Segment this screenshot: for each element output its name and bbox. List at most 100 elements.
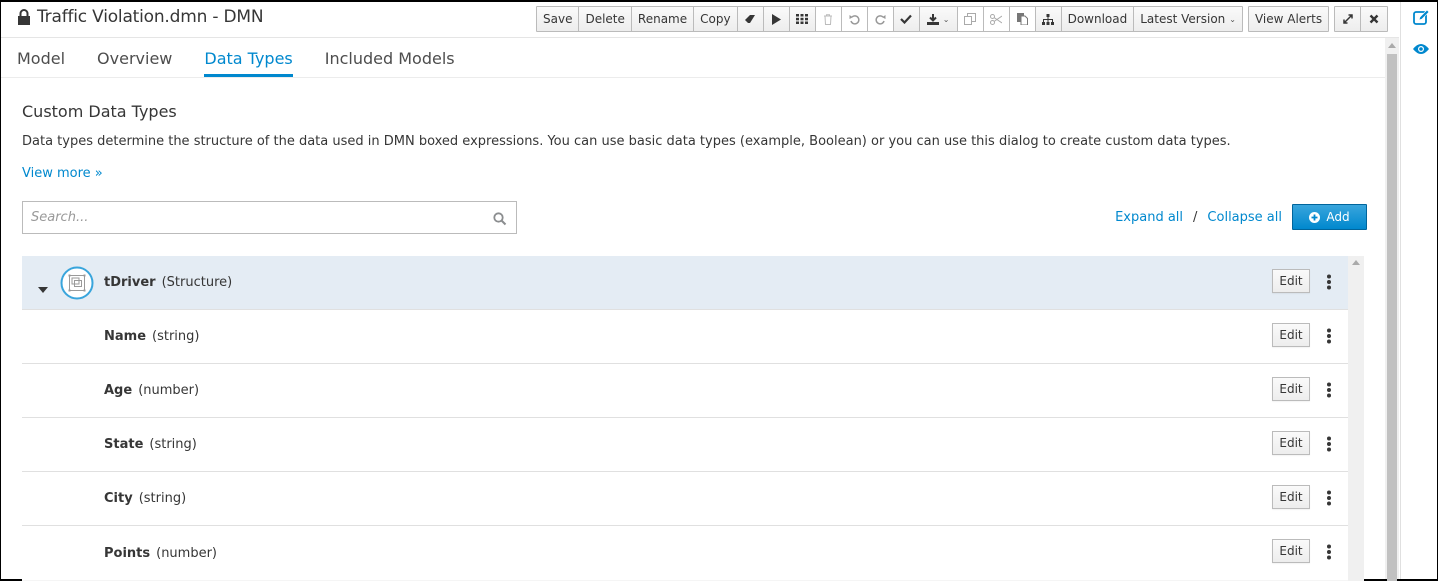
- data-type-name: tDriver: [104, 275, 156, 290]
- toolbar-main-group: Save Delete Rename Copy ⌄ Download Lates…: [536, 6, 1243, 32]
- editor-tabs: Model Overview Data Types Included Model…: [1, 38, 1385, 78]
- data-types-list-container: tDriver (Structure) Edit Name (string) Edi…: [22, 256, 1364, 581]
- data-types-list: tDriver (Structure) Edit Name (string) Edi…: [22, 256, 1348, 580]
- file-title: Traffic Violation.dmn - DMN: [37, 7, 264, 27]
- edit-button[interactable]: Edit: [1272, 377, 1310, 401]
- grid-icon: [796, 14, 809, 24]
- page-description: Data types determine the structure of th…: [22, 134, 1231, 149]
- rename-button[interactable]: Rename: [631, 7, 695, 31]
- delete-button[interactable]: Delete: [579, 7, 632, 31]
- scroll-up-arrow-icon[interactable]: [1388, 43, 1396, 48]
- data-type-row[interactable]: Points (number) Edit: [22, 526, 1348, 580]
- run-button[interactable]: [763, 7, 790, 31]
- download-icon: [926, 13, 939, 25]
- separator: /: [1193, 209, 1198, 225]
- data-type-label: City (string): [104, 491, 186, 506]
- data-type-row[interactable]: Age (number) Edit: [22, 364, 1348, 418]
- latest-version-label: Latest Version: [1140, 12, 1226, 26]
- chevron-down-icon: ⌄: [1229, 14, 1236, 24]
- copy-button[interactable]: Copy: [694, 7, 738, 31]
- delete-node-button[interactable]: [815, 7, 842, 31]
- data-type-label: State (string): [104, 437, 197, 452]
- edit-button[interactable]: Edit: [1272, 485, 1310, 509]
- data-type-kind: (Structure): [161, 275, 233, 290]
- data-type-kind: (number): [156, 545, 218, 561]
- paste-button[interactable]: [1009, 7, 1036, 31]
- data-type-kind: (number): [138, 383, 200, 398]
- data-type-label: tDriver (Structure): [104, 275, 232, 290]
- list-scrollbar[interactable]: [1348, 256, 1364, 581]
- kebab-menu-icon[interactable]: [1324, 274, 1334, 290]
- kebab-menu-icon[interactable]: [1324, 436, 1334, 452]
- page-scrollbar[interactable]: [1385, 38, 1399, 581]
- collapse-all-link[interactable]: Collapse all: [1207, 210, 1282, 225]
- close-button[interactable]: [1361, 7, 1388, 31]
- edit-icon[interactable]: [1413, 9, 1430, 26]
- paste-icon: [1016, 13, 1028, 25]
- undo-icon: [849, 14, 860, 25]
- structure-icon: [60, 266, 94, 300]
- kebab-menu-icon[interactable]: [1324, 544, 1334, 560]
- edit-button[interactable]: Edit: [1272, 431, 1310, 455]
- alerts-group: View Alerts: [1247, 6, 1330, 32]
- eye-icon[interactable]: [1413, 40, 1429, 56]
- data-type-name: State: [104, 437, 144, 452]
- save-button[interactable]: Save: [537, 7, 580, 31]
- grid-button[interactable]: [789, 7, 816, 31]
- editor-title: Traffic Violation.dmn - DMN: [17, 7, 264, 27]
- scroll-up-arrow-icon[interactable]: [1352, 260, 1360, 265]
- edit-button[interactable]: Edit: [1272, 269, 1310, 293]
- search-box: [22, 201, 517, 234]
- check-icon: [900, 14, 912, 24]
- expand-icon: [1342, 14, 1353, 24]
- edit-button[interactable]: Edit: [1272, 323, 1310, 347]
- window-controls-group: [1334, 6, 1389, 32]
- eraser-button[interactable]: [737, 7, 764, 31]
- latest-version-dropdown[interactable]: Latest Version ⌄: [1134, 7, 1242, 31]
- page-title: Custom Data Types: [22, 102, 177, 121]
- right-rail: [1400, 2, 1437, 579]
- kebab-menu-icon[interactable]: [1324, 382, 1334, 398]
- play-icon: [771, 13, 782, 25]
- expand-all-link[interactable]: Expand all: [1115, 210, 1183, 225]
- data-type-label: Name (string): [104, 329, 199, 344]
- add-button[interactable]: Add: [1292, 204, 1367, 230]
- scissors-icon: [990, 13, 1003, 25]
- data-type-row[interactable]: City (string) Edit: [22, 472, 1348, 526]
- diagram-button[interactable]: [1035, 7, 1062, 31]
- undo-button[interactable]: [841, 7, 868, 31]
- redo-button[interactable]: [867, 7, 894, 31]
- data-type-name: Age: [104, 383, 133, 398]
- list-actions: Expand all / Collapse all Add: [1115, 204, 1367, 230]
- trash-icon: [823, 13, 833, 25]
- data-type-kind: (string): [149, 437, 197, 452]
- data-type-row[interactable]: tDriver (Structure) Edit: [22, 256, 1348, 310]
- tab-model[interactable]: Model: [1, 38, 81, 78]
- view-alerts-button[interactable]: View Alerts: [1248, 7, 1329, 31]
- plus-circle-icon: [1309, 211, 1321, 223]
- tab-data-types[interactable]: Data Types: [188, 38, 308, 78]
- lock-icon: [17, 8, 31, 26]
- kebab-menu-icon[interactable]: [1324, 328, 1334, 344]
- kebab-menu-icon[interactable]: [1324, 490, 1334, 506]
- copy-node-button[interactable]: [957, 7, 984, 31]
- export-dropdown[interactable]: ⌄: [919, 7, 958, 31]
- chevron-down-icon: ⌄: [942, 14, 950, 24]
- toolbar: Save Delete Rename Copy ⌄ Download Lates…: [536, 6, 1393, 32]
- edit-button[interactable]: Edit: [1272, 539, 1310, 563]
- maximize-button[interactable]: [1335, 7, 1362, 31]
- view-more-link[interactable]: View more »: [22, 166, 103, 181]
- tab-included-models[interactable]: Included Models: [309, 38, 471, 78]
- cut-button[interactable]: [983, 7, 1010, 31]
- validate-button[interactable]: [893, 7, 920, 31]
- search-icon[interactable]: [493, 211, 507, 226]
- add-button-label: Add: [1326, 210, 1350, 224]
- download-button[interactable]: Download: [1061, 7, 1135, 31]
- caret-down-icon[interactable]: [38, 279, 48, 293]
- data-type-row[interactable]: State (string) Edit: [22, 418, 1348, 472]
- search-input[interactable]: [23, 202, 463, 233]
- scrollbar-thumb[interactable]: [1387, 54, 1397, 581]
- data-type-kind: (string): [152, 329, 200, 344]
- data-type-row[interactable]: Name (string) Edit: [22, 310, 1348, 364]
- tab-overview[interactable]: Overview: [81, 38, 188, 78]
